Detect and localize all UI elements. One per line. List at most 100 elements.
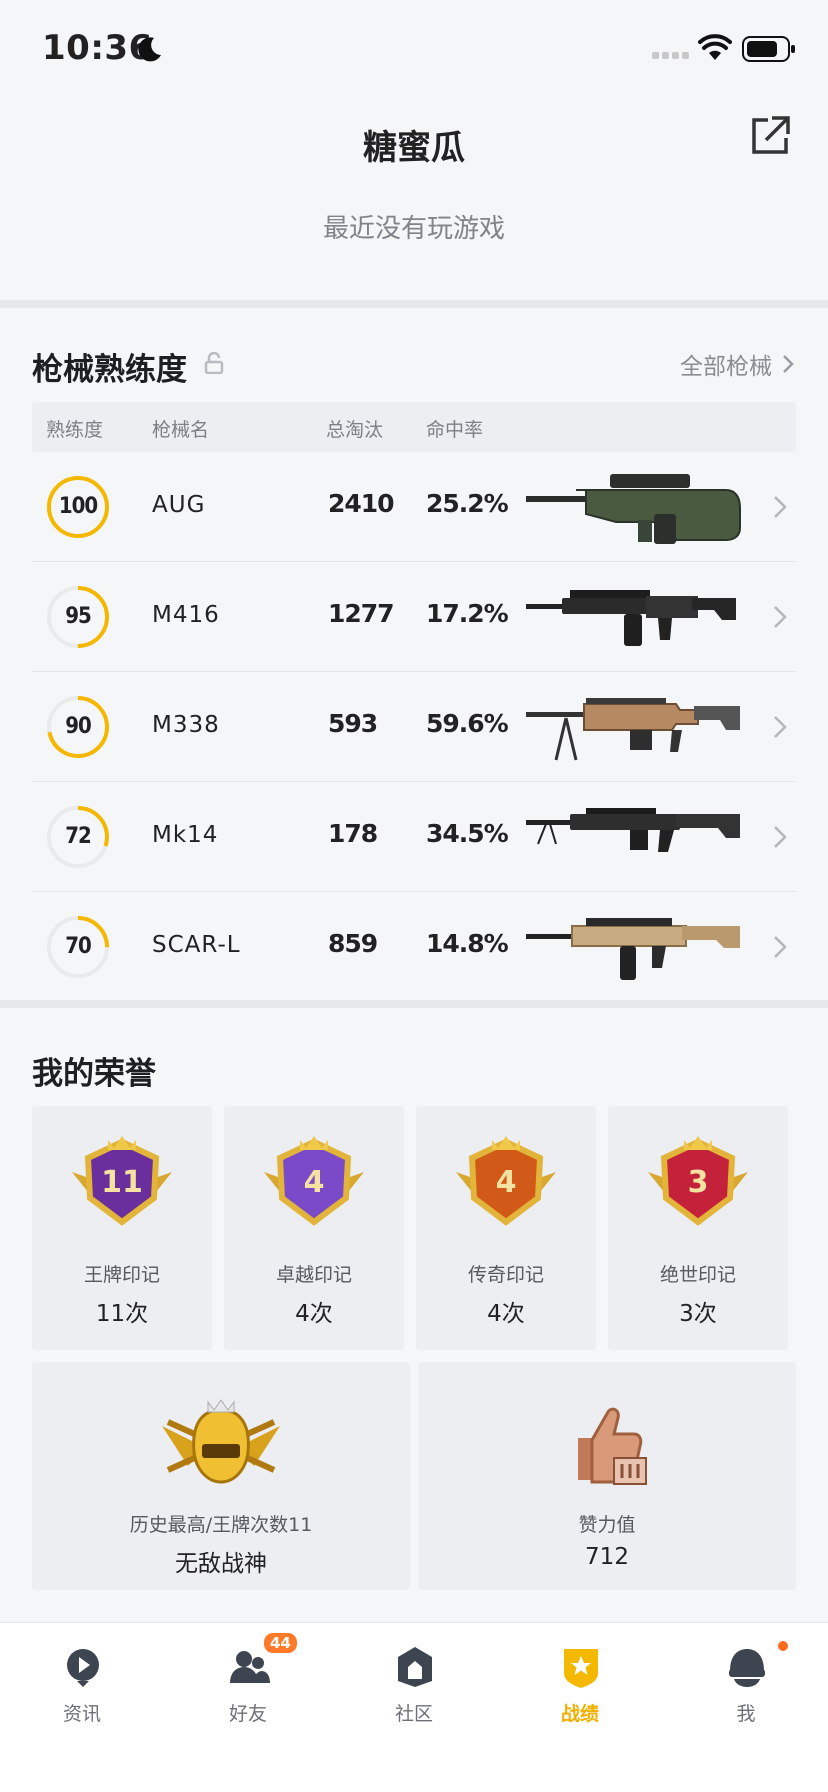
invincible-god-badge-icon (162, 1399, 280, 1484)
col-proficiency: 熟练度 (46, 419, 104, 441)
emblem-label: 王牌印记 (83, 1264, 160, 1286)
mk14-rifle-image (526, 808, 740, 852)
likes-card[interactable]: 赞力值 712 (418, 1362, 796, 1590)
col-kills: 总淘汰 (326, 419, 384, 441)
weapon-accuracy: 34.5% (426, 819, 509, 848)
col-weapon-name: 枪械名 (152, 419, 210, 441)
ace-emblem-icon: 11 (72, 1136, 172, 1226)
excellence-emblem-card[interactable]: 4 卓越印记 4次 (224, 1106, 404, 1350)
m416-rifle-image (526, 590, 736, 646)
chevron-right-icon (774, 936, 787, 958)
lock-icon[interactable] (204, 352, 224, 374)
weapon-name: M338 (152, 712, 220, 738)
tab-label: 好友 (228, 1703, 267, 1725)
weapon-accuracy: 25.2% (426, 489, 509, 518)
weapon-kills: 2410 (328, 489, 395, 518)
scar-l-rifle-image (526, 918, 740, 980)
chevron-right-icon (774, 716, 787, 738)
signal-icon (652, 52, 689, 59)
proficiency-value: 90 (65, 714, 92, 739)
emblem-label: 绝世印记 (659, 1264, 736, 1286)
weapon-name: AUG (152, 492, 206, 518)
aug-rifle-image (526, 474, 741, 544)
weapon-table-header: 熟练度 枪械名 总淘汰 命中率 (32, 402, 796, 452)
battery-icon (742, 36, 795, 62)
news-icon (67, 1649, 99, 1687)
proficiency-value: 95 (65, 604, 92, 629)
honors-section-title: 我的荣誉 (32, 1056, 156, 1092)
tab-label: 战绩 (560, 1703, 599, 1725)
highest-rank-label: 历史最高/王牌次数11 (129, 1514, 313, 1536)
emblem-number: 11 (101, 1165, 143, 1200)
emblem-number: 4 (496, 1165, 517, 1200)
notification-dot (776, 1639, 790, 1653)
weapon-name: M416 (152, 602, 220, 628)
chevron-right-icon (783, 355, 794, 373)
record-icon (564, 1649, 598, 1688)
weapons-section-title: 枪械熟练度 (32, 352, 187, 388)
proficiency-value: 70 (65, 934, 92, 959)
all-weapons-label: 全部枪械 (680, 354, 772, 380)
chevron-right-icon (774, 826, 787, 848)
status-bar: 10:36 (0, 0, 828, 100)
tab-news[interactable]: 资讯 (22, 1639, 142, 1739)
chevron-right-icon (774, 496, 787, 518)
emblem-count: 4次 (487, 1301, 525, 1327)
weapon-row[interactable]: 100 AUG 2410 25.2% (32, 452, 796, 562)
weapon-row[interactable]: 72 Mk14 178 34.5% (32, 782, 796, 892)
peerless-emblem-icon: 3 (648, 1136, 748, 1226)
emblem-label: 传奇印记 (467, 1264, 544, 1286)
section-divider (0, 300, 828, 308)
emblem-count: 4次 (295, 1301, 333, 1327)
excellence-emblem-icon: 4 (264, 1136, 364, 1226)
share-icon[interactable] (748, 114, 792, 158)
friends-icon (230, 1651, 270, 1683)
highest-rank-card[interactable]: 历史最高/王牌次数11 无敌战神 (32, 1362, 410, 1590)
tab-label: 资讯 (62, 1703, 101, 1725)
last-played-status: 最近没有玩游戏 (322, 214, 505, 244)
tab-label: 我 (736, 1703, 756, 1725)
friends-count-badge: 44 (264, 1633, 297, 1653)
m338-rifle-image (526, 698, 740, 761)
weapon-row[interactable]: 95 M416 1277 17.2% (32, 562, 796, 672)
weapon-accuracy: 59.6% (426, 709, 509, 738)
col-accuracy: 命中率 (426, 419, 484, 441)
weapon-kills: 859 (328, 929, 378, 958)
thumbs-up-icon (578, 1407, 647, 1485)
player-name: 糖蜜瓜 (363, 128, 465, 168)
ace-emblem-card[interactable]: 11 王牌印记 11次 (32, 1106, 212, 1350)
emblem-number: 4 (304, 1165, 325, 1200)
peerless-emblem-card[interactable]: 3 绝世印记 3次 (608, 1106, 788, 1350)
weapon-accuracy: 14.8% (426, 929, 509, 958)
wifi-icon (698, 34, 732, 60)
emblem-number: 3 (688, 1165, 709, 1200)
weapon-kills: 178 (328, 819, 378, 848)
tab-label: 社区 (394, 1703, 433, 1725)
proficiency-value: 100 (58, 494, 98, 519)
weapon-name: SCAR-L (152, 932, 241, 958)
emblem-label: 卓越印记 (275, 1264, 352, 1286)
weapon-accuracy: 17.2% (426, 599, 509, 628)
emblem-count: 11次 (95, 1301, 149, 1327)
tab-friends[interactable]: 44 好友 (188, 1633, 308, 1739)
chevron-right-icon (774, 606, 787, 628)
emblem-count: 3次 (679, 1301, 717, 1327)
tab-record[interactable]: 战绩 (520, 1639, 640, 1739)
tab-me[interactable]: 我 (686, 1639, 806, 1739)
legend-emblem-icon: 4 (456, 1136, 556, 1226)
weapon-kills: 1277 (328, 599, 395, 628)
weapon-row[interactable]: 90 M338 593 59.6% (32, 672, 796, 782)
weapon-row[interactable]: 70 SCAR-L 859 14.8% (32, 892, 796, 1002)
highest-rank-value: 无敌战神 (175, 1551, 267, 1577)
community-icon (398, 1647, 432, 1687)
weapon-name: Mk14 (152, 822, 219, 848)
me-icon (729, 1649, 765, 1687)
section-divider (0, 1000, 828, 1008)
likes-label: 赞力值 (578, 1514, 636, 1536)
bottom-tabbar: 资讯 44 好友 社区 战绩 我 (0, 1622, 828, 1792)
legend-emblem-card[interactable]: 4 传奇印记 4次 (416, 1106, 596, 1350)
tab-community[interactable]: 社区 (354, 1639, 474, 1739)
moon-icon (138, 37, 161, 62)
all-weapons-link[interactable]: 全部枪械 (680, 347, 794, 381)
weapon-kills: 593 (328, 709, 378, 738)
